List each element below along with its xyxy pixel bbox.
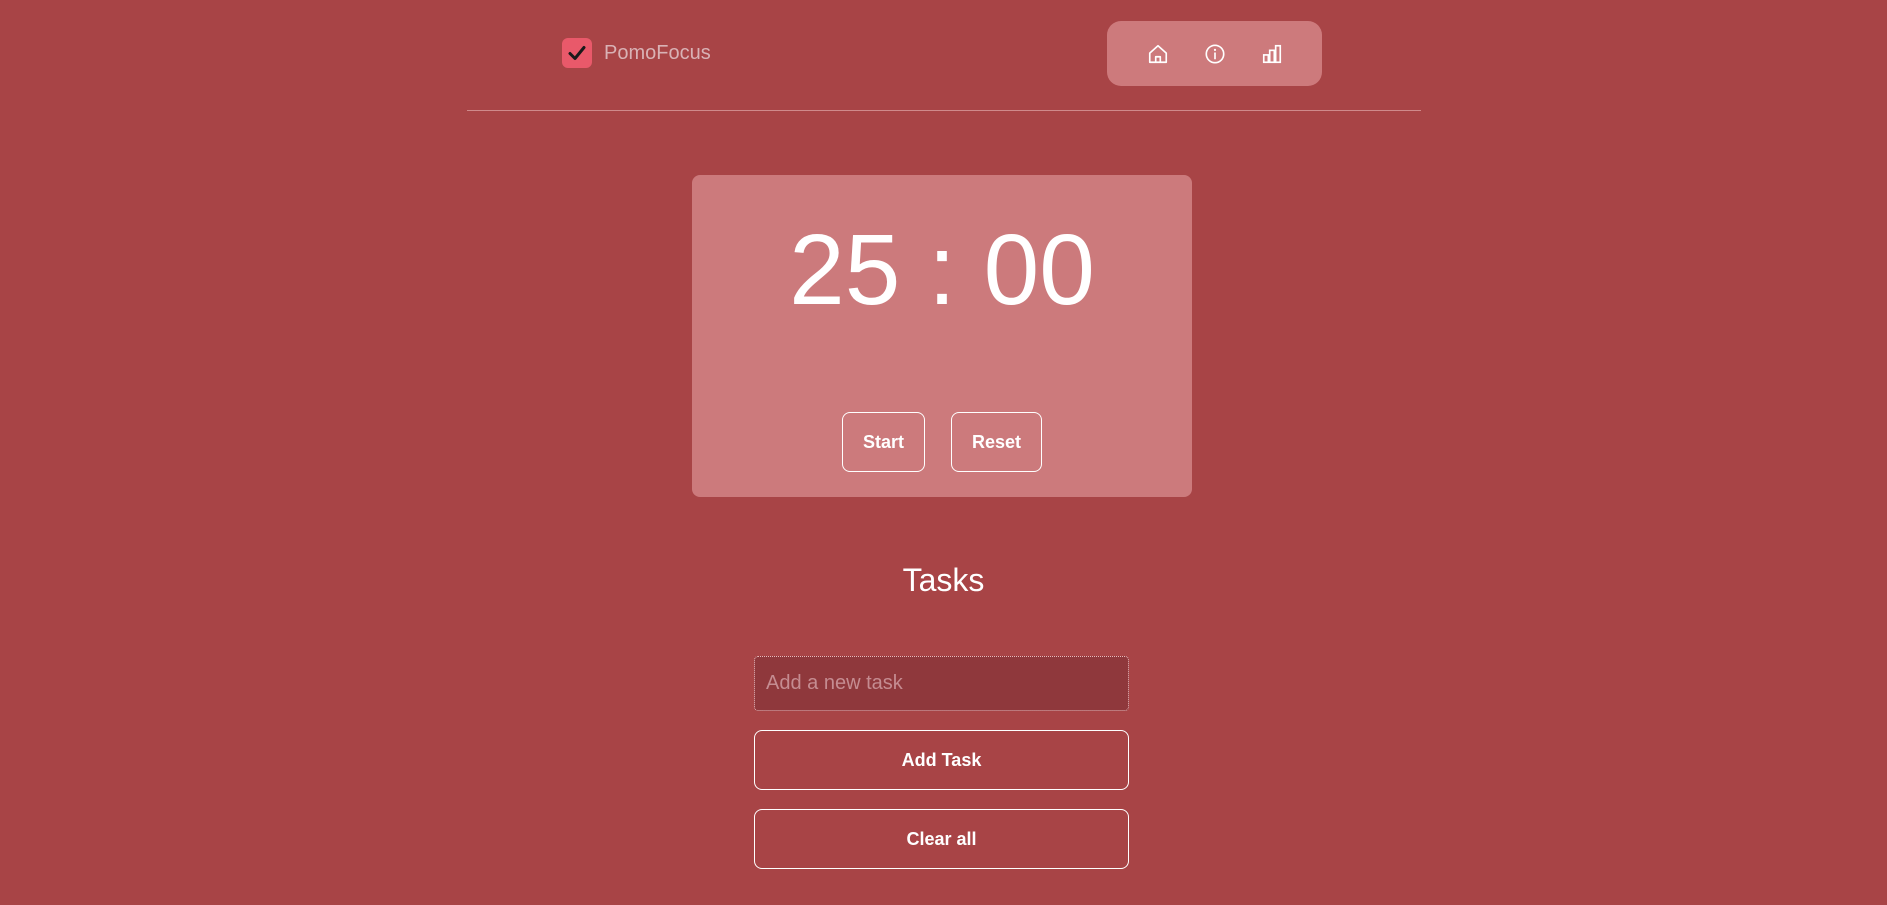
add-task-button[interactable]: Add Task <box>754 730 1129 790</box>
app-header: PomoFocus <box>467 0 1421 111</box>
nav-home-button[interactable] <box>1138 34 1178 74</box>
home-icon <box>1148 44 1167 63</box>
brand[interactable]: PomoFocus <box>562 38 711 68</box>
clear-all-button[interactable]: Clear all <box>754 809 1129 869</box>
start-button[interactable]: Start <box>841 412 925 472</box>
new-task-input[interactable] <box>754 656 1129 711</box>
timer-controls: Start Reset <box>692 412 1192 472</box>
bar-chart-icon <box>1262 44 1281 63</box>
timer-card: 25 : 00 Start Reset <box>692 175 1192 497</box>
timer-display: 25 : 00 <box>789 214 1095 326</box>
reset-button[interactable]: Reset <box>950 412 1043 472</box>
nav-bar <box>1107 21 1322 86</box>
tasks-heading: Tasks <box>902 562 985 598</box>
brand-name: PomoFocus <box>604 41 711 64</box>
checkbox-checked-icon <box>562 38 592 68</box>
nav-stats-button[interactable] <box>1252 34 1292 74</box>
nav-info-button[interactable] <box>1195 34 1235 74</box>
info-icon <box>1204 43 1225 64</box>
